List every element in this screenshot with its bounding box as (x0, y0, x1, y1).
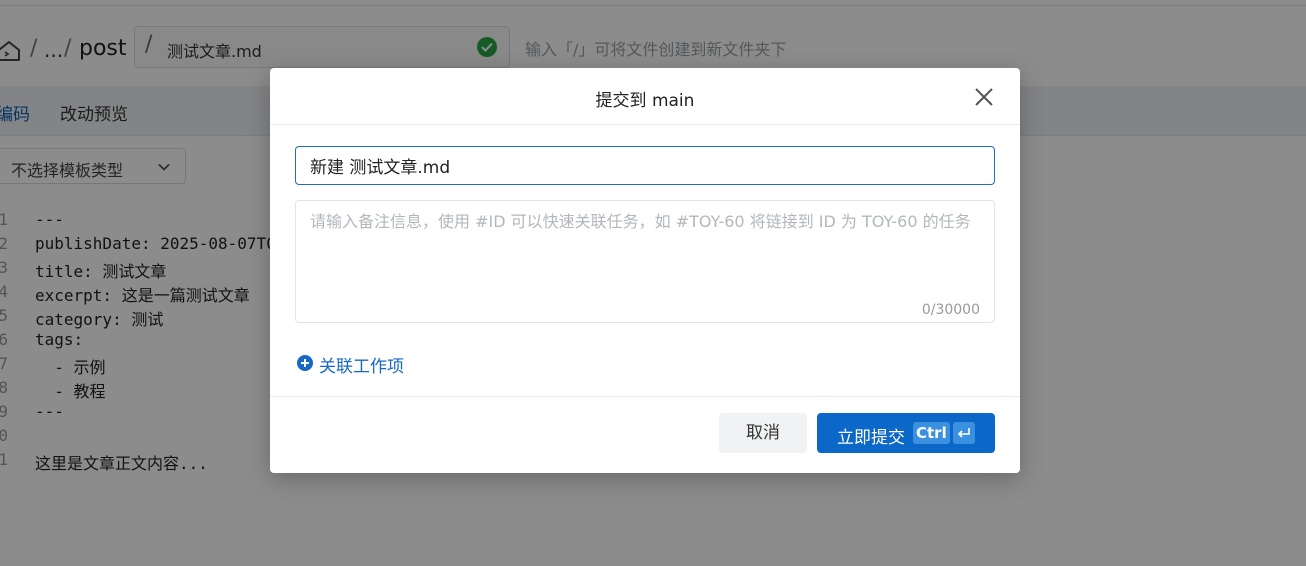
commit-message-input[interactable] (295, 146, 995, 185)
note-placeholder: 请输入备注信息，使用 #ID 可以快速关联任务，如 #TOY-60 将链接到 I… (310, 212, 971, 231)
cancel-button[interactable]: 取消 (719, 413, 807, 453)
submit-now-button[interactable]: 立即提交 Ctrl (817, 413, 995, 453)
commit-note-textarea[interactable]: 请输入备注信息，使用 #ID 可以快速关联任务，如 #TOY-60 将链接到 I… (295, 200, 995, 323)
enter-key-icon (953, 422, 975, 444)
note-char-counter: 0/30000 (921, 302, 980, 318)
dialog-title: 提交到 main (595, 91, 695, 111)
plus-circle-icon (297, 355, 313, 371)
link-work-item-label: 关联工作项 (319, 357, 404, 377)
dialog-header: 提交到 main (270, 68, 1020, 125)
submit-label: 立即提交 (837, 428, 905, 448)
ctrl-key-badge: Ctrl (913, 422, 950, 444)
close-icon[interactable] (973, 86, 995, 108)
editor-page: / ... / post / 测试文章.md 输入「/」可将文件创建到新文件夹下… (0, 0, 1306, 566)
commit-dialog: 提交到 main 请输入备注信息，使用 #ID 可以快速关联任务，如 #TOY-… (270, 68, 1020, 473)
dialog-footer: 取消 立即提交 Ctrl (270, 396, 1020, 473)
